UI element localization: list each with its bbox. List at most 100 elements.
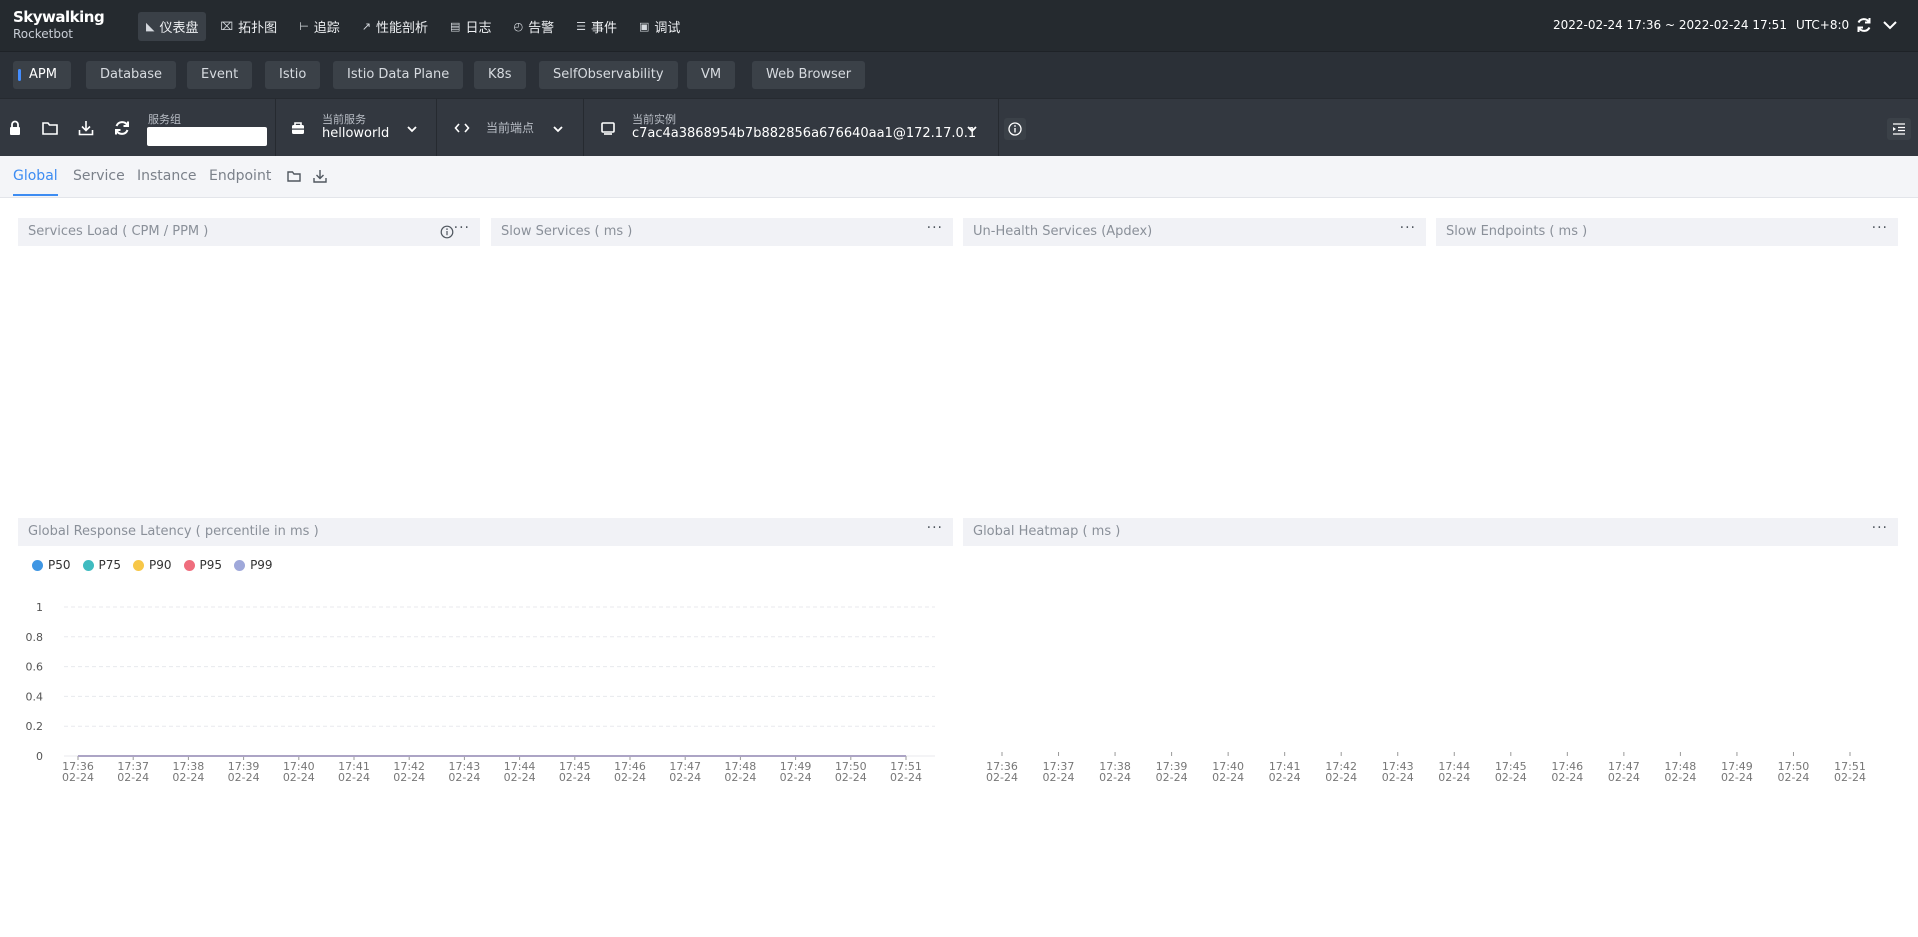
widget-title: Global Response Latency ( percentile in … — [28, 524, 319, 539]
legend-item[interactable]: P90 — [133, 558, 172, 572]
latency-line-chart: 00.20.40.60.8117:3602-2417:3702-2417:380… — [26, 601, 935, 784]
x-tick-date: 02-24 — [1099, 771, 1131, 784]
x-tick-date: 02-24 — [1608, 771, 1640, 784]
lock-icon[interactable] — [6, 119, 24, 137]
nav-item-label: 仪表盘 — [159, 21, 199, 36]
legend-marker — [32, 559, 43, 571]
alarm-icon: ◴ — [513, 20, 524, 33]
legend-marker — [234, 559, 246, 571]
nav-item-1[interactable]: ⌧ 拓扑图 — [212, 12, 285, 41]
x-tick-date: 02-24 — [835, 771, 867, 784]
nav-item-label: 拓扑图 — [238, 21, 278, 36]
tab-global[interactable]: Global — [13, 168, 58, 196]
layer-tab-apm[interactable]: APM — [13, 61, 71, 89]
skywalking-logo[interactable]: Skywalking Rocketbot — [13, 10, 123, 46]
x-tick-date: 02-24 — [1664, 771, 1696, 784]
layer-tabs: APM Database Event Istio Istio Data Plan… — [0, 51, 1918, 98]
more-menu-icon[interactable]: ··· — [1400, 220, 1416, 236]
toggle-panel-button[interactable] — [1887, 118, 1911, 140]
legend-label: P95 — [199, 558, 223, 572]
x-tick-date: 02-24 — [1269, 771, 1301, 784]
heatmap-chart: 17:3602-2417:3702-2417:3802-2417:3902-24… — [986, 752, 1866, 784]
chevron-down-icon[interactable] — [966, 123, 978, 135]
legend-label: P99 — [250, 558, 273, 572]
nav-item-0[interactable]: ◣ 仪表盘 — [138, 12, 207, 41]
import-folder-icon[interactable] — [286, 168, 302, 184]
more-menu-icon[interactable]: ··· — [927, 220, 943, 236]
chevron-down-icon[interactable] — [406, 123, 418, 135]
x-tick-date: 02-24 — [1721, 771, 1753, 784]
x-tick-date: 02-24 — [669, 771, 701, 784]
widget-slow-endpoints: Slow Endpoints ( ms ) ··· — [1436, 218, 1898, 246]
current-instance-value[interactable]: c7ac4a3868954b7b882856a676640aa1@172.17.… — [632, 126, 976, 141]
nav-item-label: 调试 — [654, 21, 681, 36]
legend-marker — [133, 559, 145, 571]
main-nav: ◣ 仪表盘 ⌧ 拓扑图 ⊢ 追踪 ↗ 性能剖析 ▤ 日志 ◴ 告警 ☰ 事件 ▣ 调试 — [138, 12, 694, 41]
tab-endpoint[interactable]: Endpoint — [209, 168, 271, 184]
legend-item[interactable]: P75 — [82, 558, 122, 572]
more-menu-icon[interactable]: ··· — [927, 520, 943, 536]
nav-item-7[interactable]: ▣ 调试 — [631, 12, 688, 41]
widget-slow-services: Slow Services ( ms ) ··· — [491, 218, 953, 246]
info-button[interactable] — [1004, 118, 1026, 140]
instance-icon — [601, 122, 615, 135]
layer-tab-istio-data-plane[interactable]: Istio Data Plane — [333, 61, 464, 89]
download-icon[interactable] — [77, 119, 95, 137]
x-tick-date: 02-24 — [393, 771, 425, 784]
debug-icon: ▣ — [638, 20, 650, 33]
auto-refresh-icon[interactable] — [1855, 16, 1873, 34]
legend-marker — [183, 559, 195, 571]
x-tick-date: 02-24 — [890, 771, 922, 784]
event-icon: ☰ — [576, 20, 586, 33]
x-tick-date: 02-24 — [1777, 771, 1809, 784]
more-menu-icon[interactable]: ··· — [1872, 220, 1888, 236]
legend-item[interactable]: P99 — [234, 558, 273, 572]
widget-title: Slow Endpoints ( ms ) — [1446, 224, 1588, 239]
nav-item-5[interactable]: ◴ 告警 — [505, 12, 562, 41]
x-tick-date: 02-24 — [1212, 771, 1244, 784]
service-group-input[interactable] — [147, 127, 267, 146]
legend-label: P50 — [48, 558, 71, 572]
nav-item-label: 追踪 — [313, 21, 340, 36]
chevron-down-icon[interactable] — [552, 123, 564, 135]
current-service-label: 当前服务 — [322, 113, 366, 126]
legend-item[interactable]: P50 — [32, 558, 71, 572]
layer-tab-istio[interactable]: Istio — [265, 61, 321, 89]
layer-tab-k8s[interactable]: K8s — [474, 61, 526, 89]
time-range-picker[interactable]: 2022-02-24 17:36 ~ 2022-02-24 17:51 — [1553, 18, 1787, 32]
tab-service[interactable]: Service — [73, 168, 125, 184]
x-tick-date: 02-24 — [986, 771, 1018, 784]
divider — [998, 99, 999, 157]
layer-tab-database[interactable]: Database — [86, 61, 177, 89]
x-tick-date: 02-24 — [448, 771, 480, 784]
nav-item-2[interactable]: ⊢ 追踪 — [291, 12, 348, 41]
legend-label: P75 — [98, 558, 122, 572]
current-service-value[interactable]: helloworld — [322, 126, 389, 141]
layer-tab-web-browser[interactable]: Web Browser — [752, 61, 866, 89]
layer-tab-event[interactable]: Event — [187, 61, 253, 89]
nav-item-4[interactable]: ▤ 日志 — [442, 12, 499, 41]
legend-marker — [82, 559, 94, 571]
more-menu-icon[interactable]: ··· — [1872, 520, 1888, 536]
divider — [275, 99, 276, 157]
selector-toolbar: 服务组 当前服务 helloworld 当前端点 当前实例 c7ac4a3868… — [0, 98, 1918, 157]
layer-tab-selfobservability[interactable]: SelfObservability — [539, 61, 678, 89]
more-menu-icon[interactable]: ··· — [454, 220, 470, 236]
nav-item-3[interactable]: ↗ 性能剖析 — [354, 12, 436, 41]
current-endpoint-label[interactable]: 当前端点 — [486, 119, 534, 136]
layer-tab-vm[interactable]: VM — [687, 61, 736, 89]
info-icon[interactable] — [440, 225, 454, 239]
x-tick-date: 02-24 — [780, 771, 812, 784]
widget-global-latency: Global Response Latency ( percentile in … — [18, 518, 953, 546]
chevron-down-icon[interactable] — [1882, 17, 1898, 33]
nav-item-label: 告警 — [528, 21, 555, 36]
reload-icon[interactable] — [113, 119, 131, 137]
tab-instance[interactable]: Instance — [137, 168, 197, 184]
legend-item[interactable]: P95 — [183, 558, 223, 572]
code-icon — [454, 123, 470, 133]
nav-item-6[interactable]: ☰ 事件 — [568, 12, 625, 41]
folder-icon[interactable] — [41, 119, 59, 137]
logo-title: Skywalking — [13, 8, 105, 26]
export-download-icon[interactable] — [312, 168, 328, 184]
timezone-selector[interactable]: UTC+8:0 — [1796, 18, 1849, 32]
